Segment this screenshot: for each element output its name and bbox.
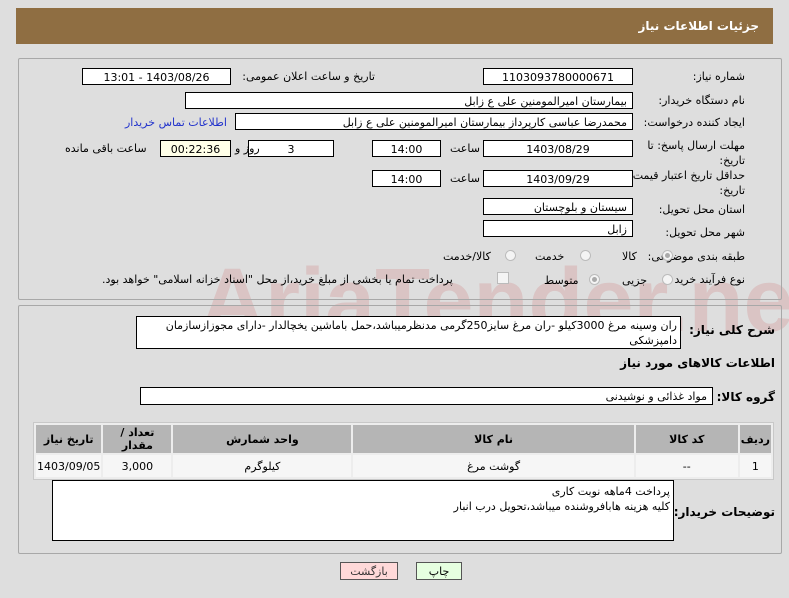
process-medium-label: متوسط <box>544 274 579 287</box>
page-header: جزئیات اطلاعات نیاز <box>16 8 773 44</box>
deadline-date-field[interactable]: 1403/08/29 <box>483 140 633 157</box>
remaining-label: ساعت باقی مانده <box>65 142 147 155</box>
col-date: تاریخ نیاز <box>36 425 102 453</box>
process-label: نوع فرآیند خرید : <box>667 273 745 286</box>
goods-section-title: اطلاعات کالاهای مورد نیاز <box>620 356 775 370</box>
col-name: نام کالا <box>353 425 634 453</box>
print-button[interactable]: چاپ <box>416 562 462 580</box>
validity-time-label: ساعت <box>450 172 480 185</box>
col-code: کد کالا <box>635 425 738 453</box>
days-field[interactable]: 3 <box>248 140 334 157</box>
goods-table: ردیف کد کالا نام کالا واحد شمارش تعداد /… <box>33 422 774 480</box>
treasury-checkbox[interactable] <box>497 272 509 284</box>
col-unit: واحد شمارش <box>173 425 352 453</box>
buyer-org-label: نام دستگاه خریدار: <box>658 94 745 107</box>
process-medium-radio[interactable] <box>589 274 600 285</box>
description-label: شرح کلی نیاز: <box>689 323 775 337</box>
deadline-time-label: ساعت <box>450 142 480 155</box>
days-label: روز و <box>235 142 260 155</box>
description-textarea[interactable]: ران وسینه مرغ 3000کیلو -ران مرغ سایز250گ… <box>136 316 681 349</box>
validity-time-field[interactable]: 14:00 <box>372 170 441 187</box>
cell-unit: کیلوگرم <box>173 455 352 477</box>
cell-code: -- <box>635 455 738 477</box>
category-both-label: کالا/خدمت <box>443 250 491 263</box>
category-service-radio[interactable] <box>580 250 591 261</box>
need-number-label: شماره نیاز: <box>692 70 745 83</box>
goods-group-label: گروه کالا: <box>716 390 775 404</box>
goods-group-field[interactable]: مواد غذائی و نوشیدنی <box>140 387 713 405</box>
creator-field[interactable]: محمدرضا عباسی کارپرداز بیمارستان امیرالم… <box>235 113 633 130</box>
cell-row: 1 <box>739 455 771 477</box>
cell-name: گوشت مرغ <box>353 455 634 477</box>
process-minor-radio[interactable] <box>662 274 673 285</box>
buyer-notes-textarea[interactable]: پرداخت 4ماهه نوبت کاری کلیه هزینه هابافر… <box>52 480 674 541</box>
announce-field[interactable]: 1403/08/26 - 13:01 <box>82 68 231 85</box>
remaining-time-field: 00:22:36 <box>160 140 231 157</box>
city-label: شهر محل تحویل: <box>665 226 745 239</box>
treasury-text: پرداخت تمام یا بخشی از مبلغ خرید،از محل … <box>102 273 453 286</box>
col-row: ردیف <box>739 425 771 453</box>
need-number-field[interactable]: 1103093780000671 <box>483 68 633 85</box>
province-label: استان محل تحویل: <box>658 203 745 216</box>
announce-label: تاریخ و ساعت اعلان عمومی: <box>242 70 375 83</box>
notes-line: پرداخت 4ماهه نوبت کاری <box>551 485 670 498</box>
cell-date: 1403/09/05 <box>36 455 102 477</box>
province-field[interactable]: سیستان و بلوچستان <box>483 198 633 215</box>
cell-qty: 3,000 <box>103 455 172 477</box>
buyer-notes-label: توضیحات خریدار: <box>673 505 775 519</box>
category-both-radio[interactable] <box>505 250 516 261</box>
category-service-label: خدمت <box>535 250 565 263</box>
deadline-time-field[interactable]: 14:00 <box>372 140 441 157</box>
buyer-contact-link[interactable]: اطلاعات تماس خریدار <box>125 116 227 129</box>
creator-label: ایجاد کننده درخواست: <box>643 116 745 129</box>
validity-label: حداقل تاریخ اعتبار قیمت: تا تاریخ: <box>619 169 745 197</box>
table-row: 1 -- گوشت مرغ کیلوگرم 3,000 1403/09/05 <box>36 455 771 477</box>
page-title: جزئیات اطلاعات نیاز <box>638 19 759 33</box>
buyer-org-field[interactable]: بیمارستان امیرالمومنین علی ع زابل <box>185 92 633 109</box>
category-goods-radio[interactable] <box>662 250 673 261</box>
deadline-label: مهلت ارسال پاسخ: تا تاریخ: <box>647 139 745 167</box>
notes-line: کلیه هزینه هابافروشنده میباشد،تحویل درب … <box>453 500 670 513</box>
process-minor-label: جزیی <box>622 274 648 287</box>
validity-date-field[interactable]: 1403/09/29 <box>483 170 633 187</box>
back-button[interactable]: بازگشت <box>340 562 398 580</box>
city-field[interactable]: زابل <box>483 220 633 237</box>
category-goods-label: کالا <box>622 250 637 263</box>
col-qty: تعداد / مقدار <box>103 425 172 453</box>
table-header-row: ردیف کد کالا نام کالا واحد شمارش تعداد /… <box>36 425 771 453</box>
